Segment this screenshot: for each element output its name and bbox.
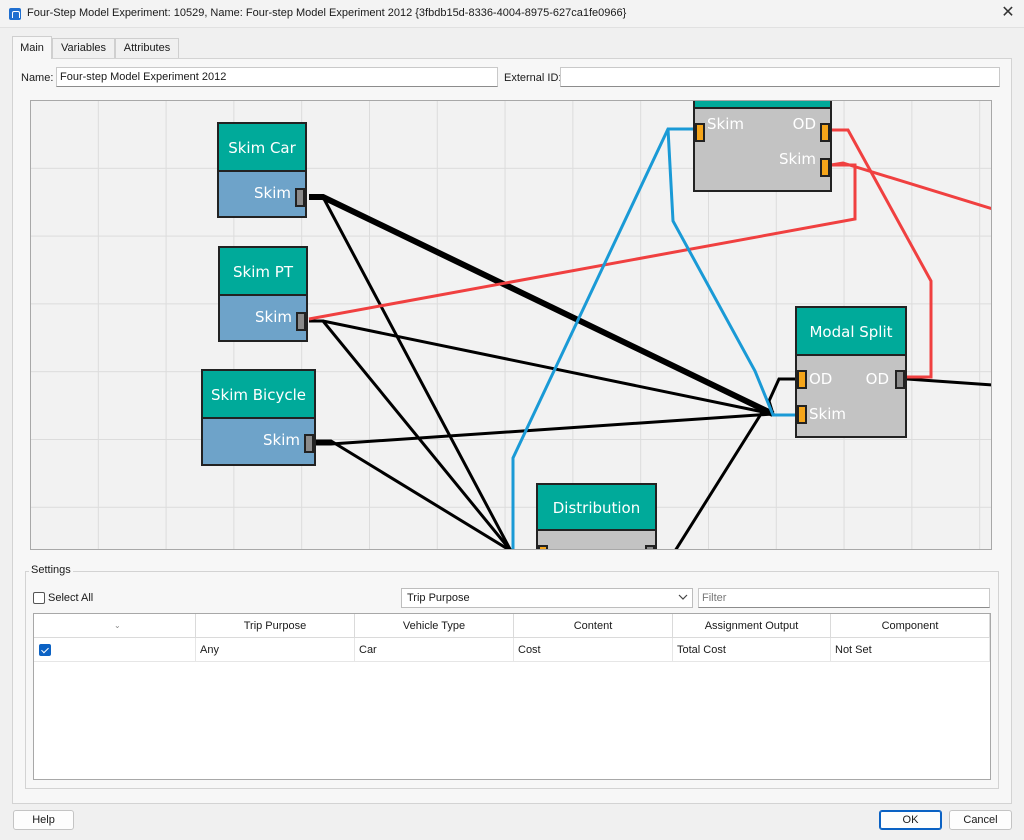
port-label-skim-out: Skim [779, 150, 816, 168]
table-cell[interactable]: Not Set [831, 638, 990, 662]
app-icon [9, 8, 21, 20]
port-label-od-out: OD [865, 370, 889, 388]
output-port[interactable] [645, 545, 655, 549]
external-id-label: External ID: [504, 72, 562, 84]
group-by-value: Trip Purpose [407, 592, 470, 604]
wire-car-distribution [309, 195, 512, 549]
title-bar: Four-Step Model Experiment: 10529, Name:… [0, 0, 1024, 28]
name-label: Name: [21, 72, 54, 84]
group-by-select[interactable]: Trip Purpose [401, 588, 693, 608]
node-modal-split-title: Modal Split [797, 308, 905, 356]
settings-legend: Settings [29, 564, 73, 576]
output-port[interactable] [296, 312, 306, 331]
help-button[interactable]: Help [13, 810, 74, 830]
cancel-button[interactable]: Cancel [949, 810, 1012, 830]
node-modal-split-body: OD Skim OD [797, 354, 905, 436]
output-port[interactable] [295, 188, 305, 207]
select-all-label[interactable]: Select All [48, 592, 93, 604]
port-label-skim-in: Skim [707, 115, 744, 133]
node-skim-pt-body: Skim [220, 294, 306, 340]
node-top-process[interactable]: Skim OD Skim [693, 101, 832, 192]
ok-button[interactable]: OK [879, 810, 942, 830]
node-distribution-title: Distribution [538, 485, 655, 531]
node-skim-bicycle-body: Skim [203, 417, 314, 464]
node-skim-car-title: Skim Car [219, 124, 305, 172]
column-header[interactable]: Assignment Output [673, 614, 831, 638]
chevron-down-icon [678, 594, 688, 600]
row-checkbox[interactable] [39, 644, 51, 656]
settings-table: ⌄ Trip Purpose Vehicle Type Content Assi… [33, 613, 991, 780]
tab-attributes[interactable]: Attributes [115, 38, 179, 58]
input-port[interactable] [797, 370, 807, 389]
node-skim-bicycle-title: Skim Bicycle [203, 371, 314, 419]
column-header-select[interactable]: ⌄ [34, 614, 196, 638]
wire-distribution-modalsplit [674, 412, 773, 549]
node-skim-pt-title: Skim PT [220, 248, 306, 296]
node-distribution[interactable]: Distribution [536, 483, 657, 549]
node-skim-car[interactable]: Skim Car Skim [217, 122, 307, 218]
column-header[interactable]: Vehicle Type [355, 614, 514, 638]
sort-caret-icon: ⌄ [114, 621, 121, 630]
port-label-skim: Skim [255, 308, 292, 326]
wire-modalsplit-out [906, 377, 991, 387]
table-row-select-cell [34, 638, 196, 662]
column-header[interactable]: Trip Purpose [196, 614, 355, 638]
wire-bicycle-modalsplit [313, 412, 774, 446]
table-cell[interactable]: Car [355, 638, 514, 662]
select-all-checkbox[interactable] [33, 592, 45, 604]
table-cell[interactable]: Any [196, 638, 355, 662]
external-id-field[interactable] [560, 67, 1000, 87]
tab-main[interactable]: Main [12, 36, 52, 59]
node-modal-split[interactable]: Modal Split OD Skim OD [795, 306, 907, 438]
table-cell[interactable]: Total Cost [673, 638, 831, 662]
wire-modalsplit-od [767, 377, 798, 415]
output-port[interactable] [820, 158, 830, 177]
node-skim-car-body: Skim [219, 170, 305, 216]
port-label-od-out: OD [792, 115, 816, 133]
table-cell[interactable]: Cost [514, 638, 673, 662]
name-field[interactable]: Four-step Model Experiment 2012 [56, 67, 498, 87]
input-port[interactable] [538, 545, 548, 549]
output-port[interactable] [820, 123, 830, 142]
column-header[interactable]: Component [831, 614, 990, 638]
filter-input[interactable]: Filter [698, 588, 990, 608]
column-header[interactable]: Content [514, 614, 673, 638]
model-diagram-canvas[interactable]: Skim Car Skim Skim PT Skim Skim Bicycle … [30, 100, 992, 550]
node-top-process-body: Skim OD Skim [695, 107, 830, 190]
node-distribution-body [538, 529, 655, 549]
wire-pt-distribution [309, 319, 512, 549]
close-icon[interactable]: ✕ [1000, 4, 1016, 22]
input-port[interactable] [695, 123, 705, 142]
output-port[interactable] [895, 370, 905, 389]
port-label-skim-in: Skim [809, 405, 846, 423]
input-port[interactable] [797, 405, 807, 424]
node-skim-pt[interactable]: Skim PT Skim [218, 246, 308, 342]
port-label-skim: Skim [263, 431, 300, 449]
port-label-od-in: OD [809, 370, 833, 388]
window-title: Four-Step Model Experiment: 10529, Name:… [27, 7, 627, 19]
port-label-skim: Skim [254, 184, 291, 202]
tab-variables[interactable]: Variables [52, 38, 115, 58]
node-skim-bicycle[interactable]: Skim Bicycle Skim [201, 369, 316, 466]
output-port[interactable] [304, 434, 314, 453]
